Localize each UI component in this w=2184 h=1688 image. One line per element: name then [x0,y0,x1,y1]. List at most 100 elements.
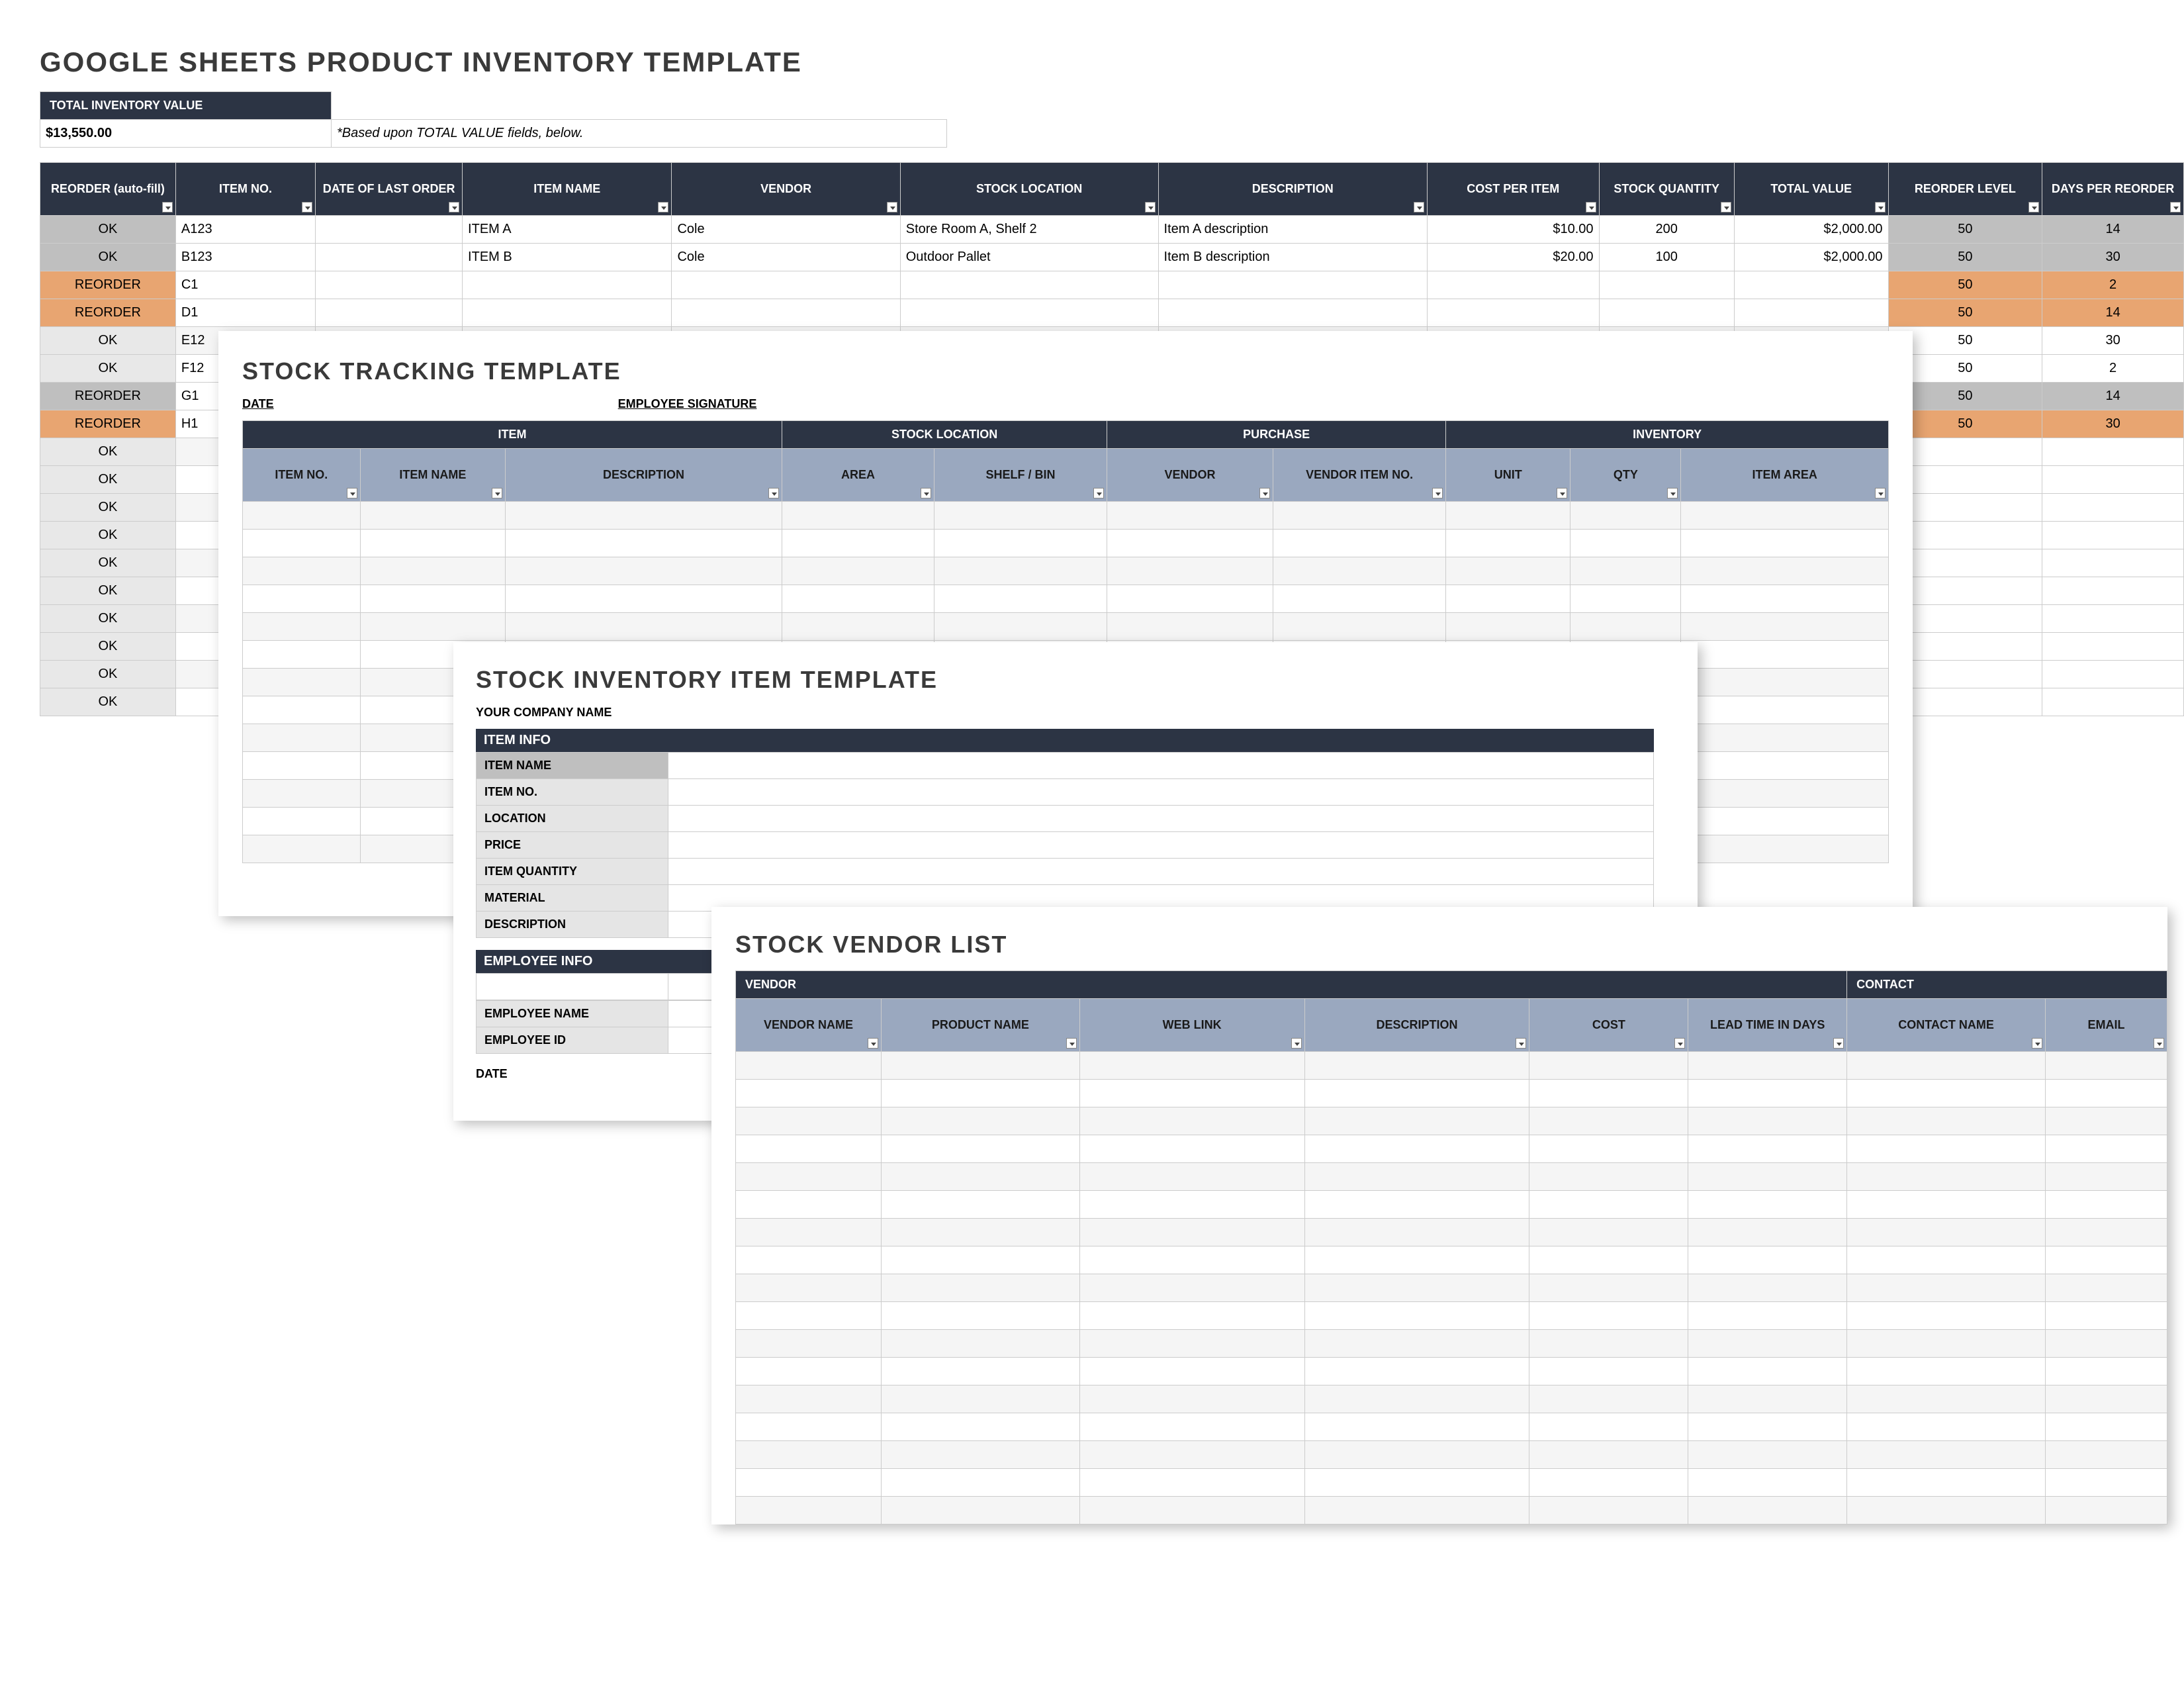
cell[interactable] [736,1469,882,1497]
cell[interactable] [1079,1497,1304,1524]
cell[interactable] [243,557,361,585]
days-per-reorder[interactable]: 30 [2042,327,2184,355]
cell[interactable] [1847,1080,2046,1107]
cell[interactable] [1304,1497,1529,1524]
cell[interactable] [1273,530,1445,557]
cell[interactable] [782,585,934,613]
cell[interactable] [2046,1302,2167,1330]
days-per-reorder[interactable] [2042,577,2184,605]
table-row[interactable] [736,1469,2167,1497]
column-header[interactable]: DESCRIPTION [506,449,782,502]
cell[interactable] [1529,1219,1688,1246]
reorder-level[interactable]: 50 [1888,271,2042,299]
cell[interactable] [506,530,782,557]
cell[interactable] [2046,1246,2167,1274]
days-per-reorder[interactable] [2042,522,2184,549]
table-row[interactable] [736,1191,2167,1219]
stock-qty[interactable]: 100 [1599,244,1734,271]
cell[interactable] [243,752,361,780]
cell[interactable] [1304,1358,1529,1385]
table-row[interactable] [243,502,1889,530]
cell[interactable] [360,585,505,613]
reorder-status[interactable]: REORDER [40,271,176,299]
cell[interactable] [360,557,505,585]
column-header[interactable]: REORDER LEVEL [1888,163,2042,216]
cell[interactable] [243,808,361,835]
cell[interactable] [782,530,934,557]
table-row[interactable] [736,1107,2167,1135]
cell[interactable] [1847,1219,2046,1246]
cell[interactable] [1079,1163,1304,1191]
column-header[interactable]: TOTAL VALUE [1734,163,1888,216]
item-no[interactable]: B123 [175,244,315,271]
cell[interactable] [1529,1135,1688,1163]
cell[interactable] [1304,1107,1529,1135]
cell[interactable] [2046,1358,2167,1385]
field-value[interactable] [668,806,1654,832]
days-per-reorder[interactable] [2042,661,2184,688]
days-per-reorder[interactable]: 2 [2042,355,2184,383]
cell[interactable] [1529,1052,1688,1080]
cell[interactable] [1688,1080,1847,1107]
cell[interactable] [2046,1385,2167,1413]
cell[interactable] [506,557,782,585]
column-header[interactable]: EMAIL [2046,999,2167,1052]
cell[interactable] [1304,1385,1529,1413]
column-header[interactable]: PRODUCT NAME [881,999,1079,1052]
column-header[interactable]: VENDOR [672,163,900,216]
cell[interactable] [506,585,782,613]
column-header[interactable]: LEAD TIME IN DAYS [1688,999,1847,1052]
cell[interactable] [934,530,1107,557]
cell[interactable] [1847,1385,2046,1413]
days-per-reorder[interactable]: 30 [2042,244,2184,271]
cell[interactable] [881,1107,1079,1135]
cell[interactable] [1529,1413,1688,1441]
cell[interactable] [881,1385,1079,1413]
reorder-status[interactable]: OK [40,605,176,633]
cell[interactable] [1529,1274,1688,1302]
cell[interactable] [736,1163,882,1191]
cell[interactable] [243,613,361,641]
table-row[interactable] [736,1163,2167,1191]
cell[interactable] [1079,1107,1304,1135]
column-header[interactable]: ITEM AREA [1681,449,1889,502]
cell[interactable] [881,1246,1079,1274]
cell[interactable] [1107,585,1273,613]
stock-location[interactable] [900,271,1158,299]
reorder-status[interactable]: OK [40,577,176,605]
cell[interactable] [1688,1441,1847,1469]
cost-per-item[interactable]: $10.00 [1428,216,1599,244]
column-header[interactable]: ITEM NO. [243,449,361,502]
cost-per-item[interactable] [1428,271,1599,299]
cell[interactable] [1570,502,1681,530]
cell[interactable] [2046,1219,2167,1246]
reorder-status[interactable]: REORDER [40,299,176,327]
cell[interactable] [934,502,1107,530]
cell[interactable] [1079,1302,1304,1330]
cell[interactable] [736,1441,882,1469]
description[interactable]: Item B description [1158,244,1428,271]
reorder-status[interactable]: REORDER [40,383,176,410]
column-header[interactable]: VENDOR NAME [736,999,882,1052]
description[interactable] [1158,271,1428,299]
reorder-status[interactable]: OK [40,522,176,549]
cell[interactable] [1304,1163,1529,1191]
cell[interactable] [1681,752,1889,780]
cell[interactable] [881,1080,1079,1107]
reorder-status[interactable]: OK [40,466,176,494]
cell[interactable] [2046,1163,2167,1191]
cell[interactable] [782,557,934,585]
cell[interactable] [1847,1413,2046,1441]
table-row[interactable] [243,530,1889,557]
cell[interactable] [1681,530,1889,557]
table-row[interactable] [736,1497,2167,1524]
cell[interactable] [243,696,361,724]
column-header[interactable]: WEB LINK [1079,999,1304,1052]
cell[interactable] [736,1219,882,1246]
cell[interactable] [881,1413,1079,1441]
date-last-order[interactable] [316,299,463,327]
table-row[interactable] [736,1246,2167,1274]
cell[interactable] [1681,724,1889,752]
cell[interactable] [1273,585,1445,613]
cell[interactable] [1079,1191,1304,1219]
